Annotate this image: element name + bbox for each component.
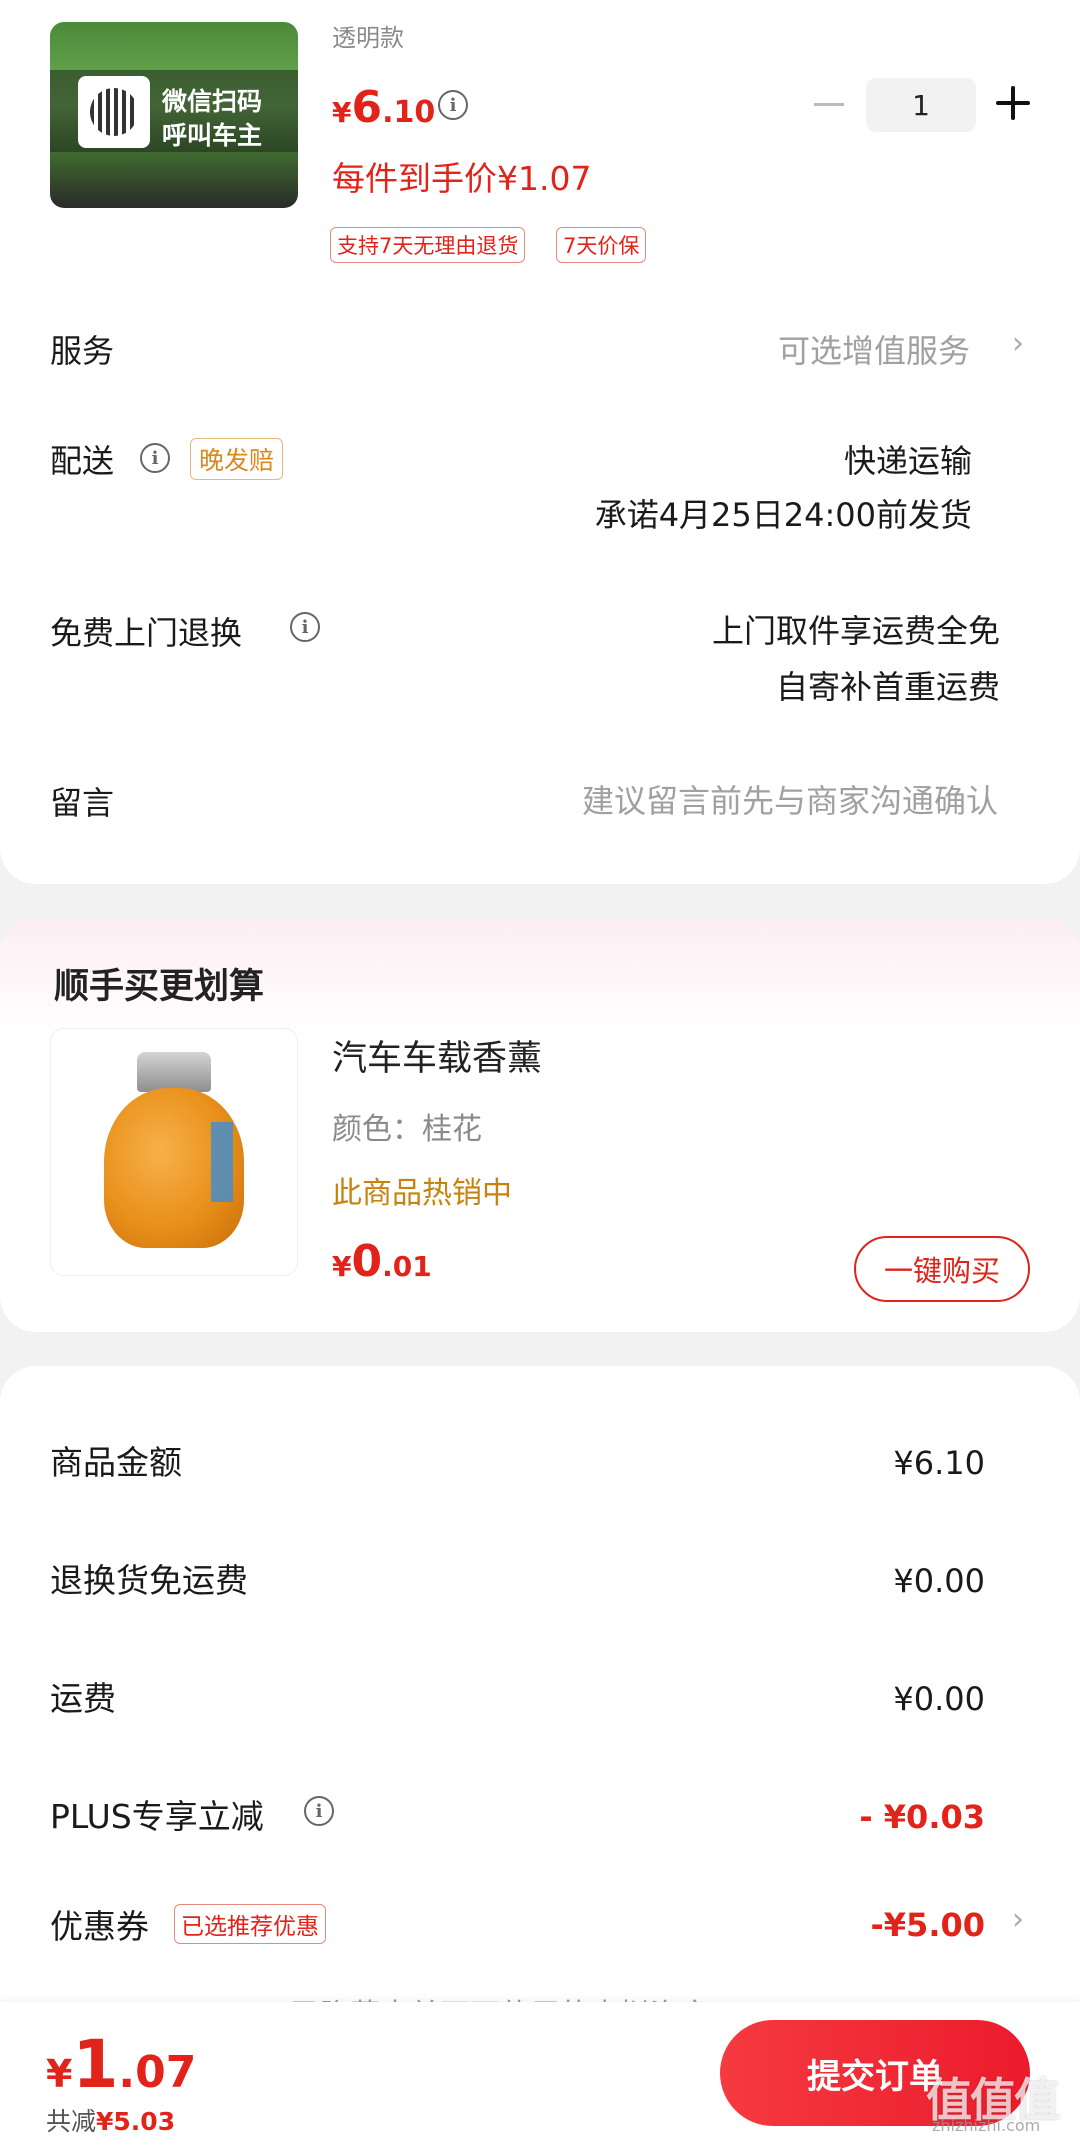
price-info-icon[interactable]: i	[438, 90, 468, 120]
chevron-right-icon[interactable]: ›	[1012, 326, 1024, 361]
coupon-recommended-badge: 已选推荐优惠	[174, 1904, 326, 1944]
delivery-promise: 承诺4月25日24:00前发货	[594, 496, 972, 534]
quantity-decrease-button[interactable]	[810, 84, 848, 124]
price-currency: ¥	[332, 96, 352, 129]
plus-info-icon[interactable]: i	[304, 1796, 334, 1826]
quantity-input[interactable]: 1	[866, 78, 976, 132]
total-integer: 1	[72, 2026, 119, 2103]
saved-amount: ¥5.03	[96, 2107, 176, 2136]
total-decimal: .07	[118, 2047, 197, 2098]
product-variant: 透明款	[332, 24, 404, 52]
upsell-product-image[interactable]	[50, 1028, 298, 1276]
upsell-card: 顺手买更划算 汽车车载香薰 颜色：桂花 此商品热销中 ¥0.01 一键购买	[0, 918, 1080, 1332]
summary-row-return-value: ¥0.00	[893, 1562, 985, 1600]
upsell-price: ¥0.01	[332, 1236, 432, 1287]
total-saved: 共减¥5.03	[46, 2102, 175, 2138]
upsell-product-name[interactable]: 汽车车载香薰	[332, 1030, 542, 1081]
summary-row-coupon-label: 优惠券	[50, 1907, 149, 1946]
upsell-price-integer: 0	[351, 1236, 383, 1287]
summary-row-shipping-value: ¥0.00	[893, 1680, 985, 1718]
product-thumbnail[interactable]: 微信扫码 呼叫车主	[50, 22, 298, 208]
message-input[interactable]: 建议留言前先与商家沟通确认	[582, 776, 998, 822]
late-delivery-compensation-badge: 晚发赔	[190, 438, 284, 480]
product-price: ¥6.10	[332, 82, 435, 133]
thumbnail-text-line2: 呼叫车主	[162, 121, 263, 150]
unit-price: 每件到手价¥1.07	[332, 159, 592, 198]
delivery-label: 配送	[50, 442, 115, 480]
message-label: 留言	[50, 784, 115, 822]
upsell-price-decimal: .01	[382, 1250, 432, 1283]
perfume-bottle-image	[99, 1052, 249, 1252]
summary-row-return-label: 退换货免运费	[50, 1561, 248, 1600]
summary-row-plus-label: PLUS专享立减	[50, 1797, 264, 1836]
return-line2: 自寄补首重运费	[775, 668, 1000, 706]
order-item-card: 微信扫码 呼叫车主 透明款 ¥6.10 i 每件到手价¥1.07 支持7天无理由…	[0, 0, 1080, 884]
summary-row-goods-label: 商品金额	[50, 1443, 182, 1482]
free-return-label: 免费上门退换	[50, 614, 243, 652]
delivery-method[interactable]: 快递运输	[844, 436, 972, 482]
one-click-buy-button[interactable]: 一键购买	[854, 1236, 1030, 1302]
saved-prefix: 共减	[46, 2107, 97, 2136]
coupon-chevron-right-icon[interactable]: ›	[1012, 1902, 1024, 1937]
upsell-title: 顺手买更划算	[54, 967, 265, 1007]
coupon-selector[interactable]: -¥5.00	[871, 1906, 986, 1944]
service-label: 服务	[50, 332, 115, 370]
site-watermark-url: zhizhizhi.com	[932, 2116, 1041, 2135]
total-price: ¥1.07	[46, 2026, 196, 2103]
return-line1: 上门取件享运费全免	[711, 612, 1000, 650]
upsell-hot-label: 此商品热销中	[332, 1176, 512, 1211]
quantity-increase-button[interactable]	[996, 86, 1030, 120]
total-currency: ¥	[46, 2052, 73, 2096]
return-policy-tag: 支持7天无理由退货	[330, 227, 526, 263]
price-protect-tag: 7天价保	[556, 227, 647, 263]
summary-row-plus-value: - ¥0.03	[859, 1798, 985, 1836]
upsell-price-currency: ¥	[332, 1250, 352, 1283]
service-selector[interactable]: 可选增值服务	[778, 326, 970, 372]
return-info-icon[interactable]: i	[290, 612, 320, 642]
delivery-info-icon[interactable]: i	[140, 443, 170, 473]
price-decimal: .10	[382, 95, 436, 130]
upsell-product-color: 颜色：桂花	[332, 1112, 482, 1147]
summary-row-goods-value: ¥6.10	[893, 1444, 985, 1482]
price-integer: 6	[351, 82, 383, 133]
checkout-bar: ¥1.07 共减¥5.03 提交订单	[0, 2002, 1080, 2147]
summary-row-shipping-label: 运费	[50, 1679, 116, 1718]
thumbnail-text-line1: 微信扫码	[162, 87, 263, 116]
qr-code-icon	[78, 76, 150, 148]
